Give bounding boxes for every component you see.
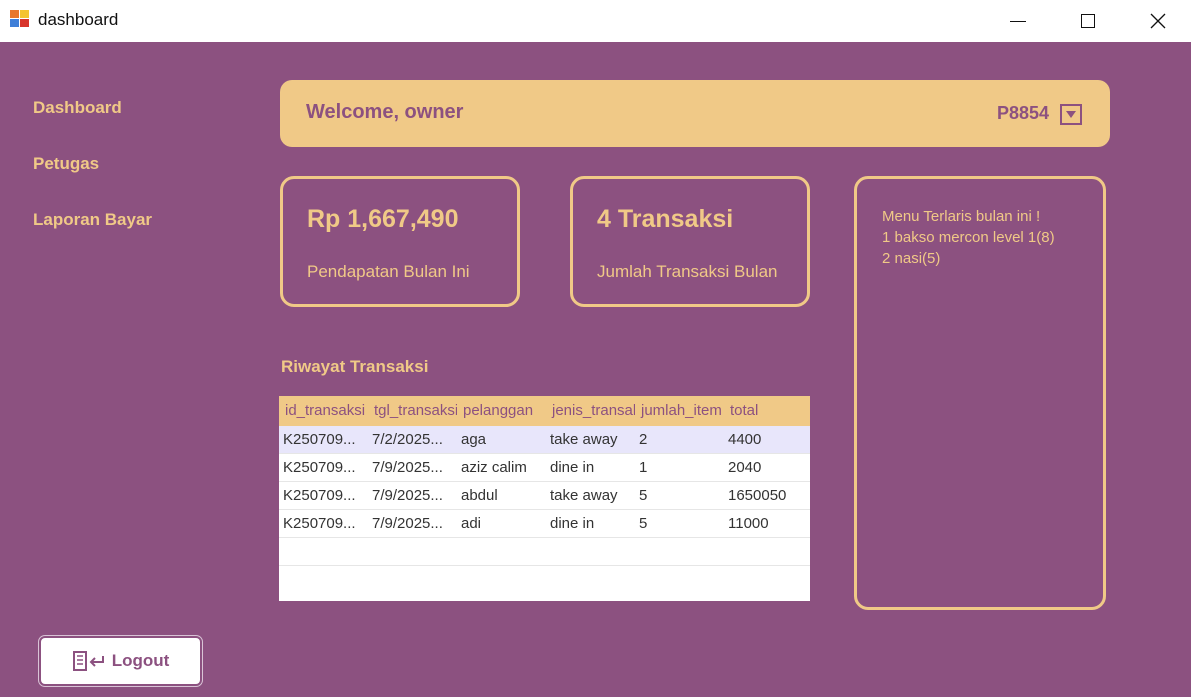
welcome-text: Welcome, owner xyxy=(306,101,464,123)
transactions-card: 4 Transaksi Jumlah Transaksi Bulan xyxy=(570,176,810,307)
table-row[interactable]: K250709... 7/9/2025... adi dine in 5 110… xyxy=(279,510,810,538)
transactions-title: Riwayat Transaksi xyxy=(281,357,429,376)
table-cell: K250709... xyxy=(283,487,356,504)
column-header[interactable]: pelanggan xyxy=(457,396,546,426)
table-cell: 2 xyxy=(639,431,648,448)
column-header[interactable]: total xyxy=(724,396,810,426)
table-cell: 7/2/2025... xyxy=(372,431,443,448)
table-cell: K250709... xyxy=(283,515,356,532)
column-header[interactable]: id_transaksi xyxy=(279,396,368,426)
top-menu-card: Menu Terlaris bulan ini ! 1 bakso mercon… xyxy=(854,176,1106,610)
chevron-down-icon xyxy=(1066,111,1076,118)
table-cell: abdul xyxy=(461,487,498,504)
user-dropdown-button[interactable] xyxy=(1060,104,1082,125)
logout-button[interactable]: Logout xyxy=(38,635,203,687)
table-cell: aziz calim xyxy=(461,459,527,476)
logout-label: Logout xyxy=(111,651,170,670)
table-row-empty xyxy=(279,538,810,566)
sidebar-item-petugas[interactable]: Petugas xyxy=(33,154,99,174)
table-cell: dine in xyxy=(550,459,595,476)
table-cell: dine in xyxy=(550,515,595,532)
logout-icon xyxy=(72,651,104,671)
table-cell: 1 xyxy=(639,459,648,476)
window-titlebar: dashboard xyxy=(0,0,1191,42)
column-header[interactable]: tgl_transaksi xyxy=(368,396,457,426)
table-cell: 11000 xyxy=(728,515,769,532)
table-cell: 5 xyxy=(639,515,648,532)
column-header[interactable]: jenis_transaksi xyxy=(546,396,635,426)
table-cell: take away xyxy=(550,487,618,504)
table-cell: take away xyxy=(550,431,618,448)
table-cell: 5 xyxy=(639,487,648,504)
revenue-label: Pendapatan Bulan Ini xyxy=(307,262,470,281)
table-row[interactable]: K250709... 7/2/2025... aga take away 2 4… xyxy=(279,426,810,454)
transactions-table[interactable]: id_transaksi tgl_transaksi pelanggan jen… xyxy=(279,396,810,601)
revenue-value: Rp 1,667,490 xyxy=(307,205,459,233)
minimize-button[interactable] xyxy=(995,0,1041,42)
table-row[interactable]: K250709... 7/9/2025... abdul take away 5… xyxy=(279,482,810,510)
top-menu-item: 2 nasi(5) xyxy=(882,250,941,267)
revenue-card: Rp 1,667,490 Pendapatan Bulan Ini xyxy=(280,176,520,307)
close-icon xyxy=(1150,13,1166,29)
table-row[interactable]: K250709... 7/9/2025... aziz calim dine i… xyxy=(279,454,810,482)
table-cell: 7/9/2025... xyxy=(372,515,443,532)
sidebar-item-laporan-bayar[interactable]: Laporan Bayar xyxy=(33,210,152,230)
table-cell: K250709... xyxy=(283,431,356,448)
table-cell: 1650050 xyxy=(728,487,787,504)
column-header[interactable]: jumlah_item xyxy=(635,396,724,426)
table-cell: K250709... xyxy=(283,459,356,476)
close-button[interactable] xyxy=(1135,0,1181,42)
welcome-header: Welcome, owner P8854 xyxy=(280,80,1110,147)
table-header: id_transaksi tgl_transaksi pelanggan jen… xyxy=(279,396,810,426)
table-cell: adi xyxy=(461,515,482,532)
window-title: dashboard xyxy=(38,10,119,29)
maximize-icon xyxy=(1081,14,1095,28)
top-menu-title: Menu Terlaris bulan ini ! xyxy=(882,208,1041,225)
table-cell: 7/9/2025... xyxy=(372,487,443,504)
table-cell: 4400 xyxy=(728,431,762,448)
user-code: P8854 xyxy=(997,103,1050,123)
app-icon xyxy=(10,10,30,28)
transactions-label: Jumlah Transaksi Bulan xyxy=(597,262,778,281)
top-menu-item: 1 bakso mercon level 1(8) xyxy=(882,229,1055,246)
minimize-icon xyxy=(1010,20,1026,22)
table-cell: 2040 xyxy=(728,459,762,476)
maximize-button[interactable] xyxy=(1065,0,1111,42)
sidebar-item-dashboard[interactable]: Dashboard xyxy=(33,98,122,118)
table-cell: 7/9/2025... xyxy=(372,459,443,476)
table-cell: aga xyxy=(461,431,487,448)
transactions-value: 4 Transaksi xyxy=(597,205,734,233)
